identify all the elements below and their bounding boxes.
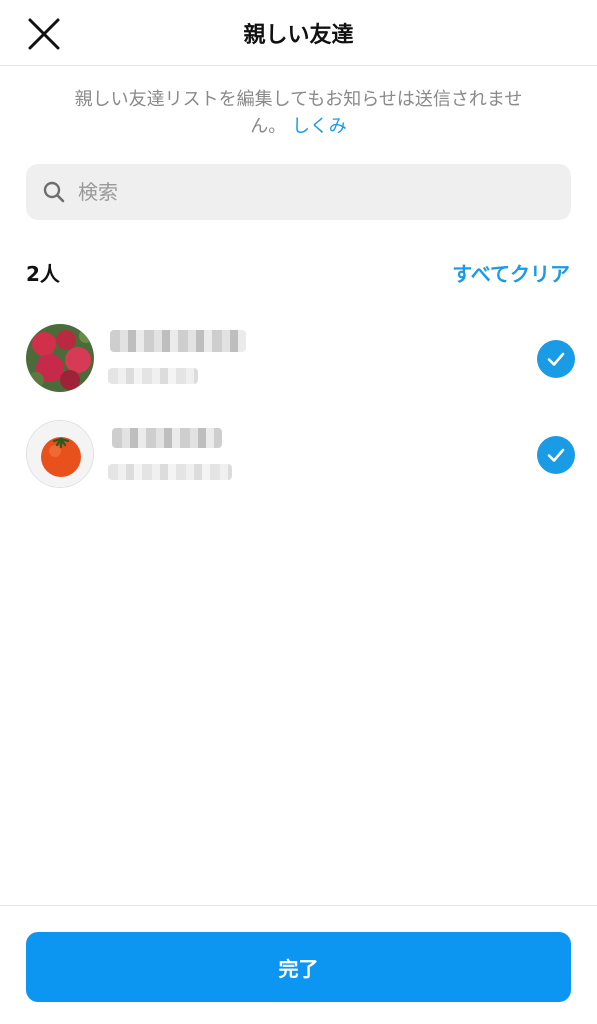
- checkmark-icon: [547, 448, 565, 462]
- page-title: 親しい友達: [243, 23, 354, 48]
- selected-check[interactable]: [537, 436, 575, 474]
- done-button[interactable]: 完了: [26, 932, 571, 1002]
- clear-all-button[interactable]: すべてクリア: [452, 258, 570, 287]
- fullname-blurred: [108, 368, 198, 384]
- selected-check[interactable]: [537, 340, 575, 378]
- notice-text: 親しい友達リストを編集してもお知らせは送信されません。 しくみ: [60, 86, 537, 140]
- selected-count: 2人: [26, 262, 60, 286]
- header: 親しい友達: [0, 0, 597, 66]
- search-bar[interactable]: [26, 164, 571, 220]
- list-item[interactable]: [0, 414, 597, 494]
- avatar: [26, 420, 94, 488]
- fullname-blurred: [108, 464, 232, 480]
- how-it-works-link[interactable]: しくみ: [292, 116, 347, 137]
- search-input[interactable]: [76, 179, 560, 205]
- tomato-photo: [27, 421, 93, 487]
- footer: 完了: [0, 905, 597, 1024]
- avatar: [26, 324, 94, 392]
- checkmark-icon: [547, 352, 565, 366]
- username-blurred: [112, 428, 222, 448]
- search-icon: [43, 181, 65, 203]
- username-blurred: [110, 330, 246, 352]
- red-flowers-photo: [26, 324, 94, 392]
- list-item[interactable]: [0, 318, 597, 398]
